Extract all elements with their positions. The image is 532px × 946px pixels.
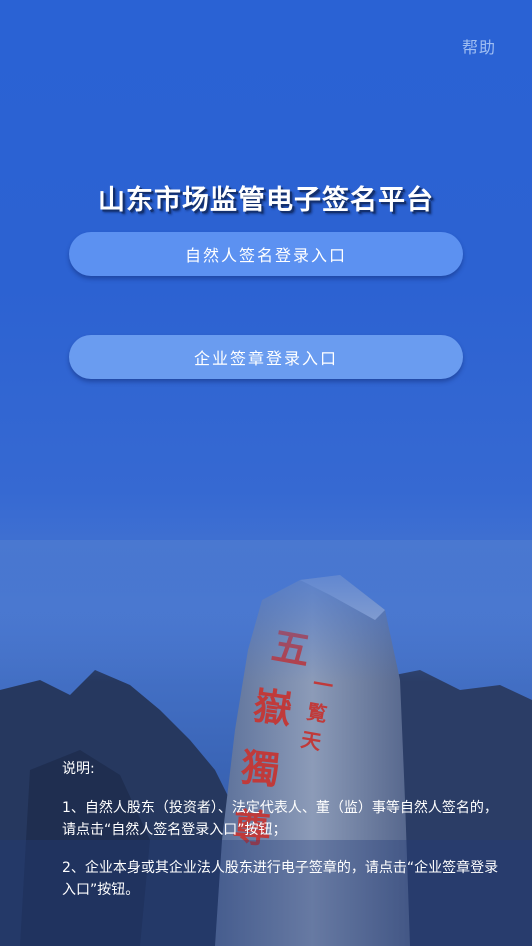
instruction-item-1: 1、自然人股东（投资者）、法定代表人、董（监）事等自然人签名的，请点击“自然人签…: [62, 800, 498, 838]
page-title: 山东市场监管电子签名平台: [98, 185, 434, 216]
help-link[interactable]: 帮助: [462, 34, 496, 58]
person-signature-login-button[interactable]: 自然人签名登录入口: [69, 232, 463, 276]
instructions-panel: 说明: 1、自然人股东（投资者）、法定代表人、董（监）事等自然人签名的，请点击“…: [62, 758, 502, 901]
instructions-heading: 说明:: [62, 761, 95, 777]
login-screen: 帮助 山东市场监管电子签名平台 自然人签名登录入口 企业签章登录入口 五 嶽 獨: [0, 0, 532, 946]
instruction-item-2: 2、企业本身或其企业法人股东进行电子签章的，请点击“企业签章登录入口”按钮。: [62, 860, 499, 898]
company-seal-login-button[interactable]: 企业签章登录入口: [69, 335, 463, 379]
